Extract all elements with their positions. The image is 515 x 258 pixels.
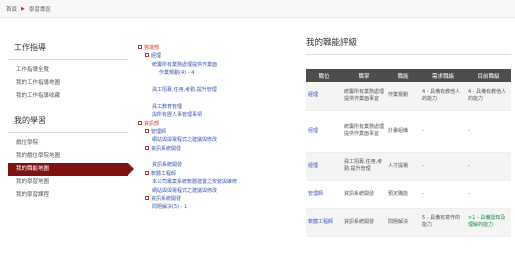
tree-node-label: 員工教育管理 <box>152 103 183 110</box>
tree-node[interactable]: 營運部 <box>138 44 298 52</box>
cell-required: 5 - 具備有寫作的能力 <box>420 208 466 237</box>
tree-node-label: 資訊系統開發 <box>151 196 182 203</box>
sidebar-item-learning-courses[interactable]: 我的學習課程 <box>8 189 128 202</box>
col-header-current: 目前職級 <box>466 69 511 82</box>
tree-node[interactable]: 員工招募,任用,考勤,提升管理 <box>138 86 298 94</box>
tree-node-label: 經理 <box>151 53 162 60</box>
tree-node-label: 作業規劃(4) - 4 <box>159 70 195 77</box>
tree-node-label: 問題解決(5) - 1 <box>152 204 188 211</box>
sidebar-item-work-guide-collection[interactable]: 我的工作指導收藏 <box>8 90 128 103</box>
tree-node-label: 與所有團人事管理事項 <box>152 112 203 119</box>
expand-toggle-icon[interactable] <box>145 196 149 201</box>
expand-toggle-icon[interactable] <box>145 128 149 133</box>
cell-competency: 問題解決 <box>386 208 420 237</box>
tree-node-label: 營運部 <box>144 45 160 51</box>
breadcrumb-home[interactable]: 首頁 <box>6 5 17 13</box>
tree-node-label: 管理師 <box>151 128 167 135</box>
col-header-duty: 職掌 <box>342 69 386 82</box>
expand-toggle-icon[interactable] <box>145 170 149 175</box>
col-header-competency: 職能 <box>386 69 420 82</box>
sidebar-item-work-guide-map[interactable]: 我的工作指導地圖 <box>8 77 128 90</box>
tree-node[interactable]: 資訊系統開發 <box>138 195 298 203</box>
tree-node-label: 統籌所有業務處理提供作業面 <box>152 61 218 68</box>
sidebar: 工作指導 工作指導全覽 我的工作指導地圖 我的工作指導收藏 我的學習 戲位學院 … <box>8 38 134 202</box>
tree-node-label: 網站與與電程式之建議與修改 <box>152 137 218 144</box>
competency-tree: 營運部經理 統籌所有業務處理提供作業面作業規劃(4) - 4 員工招募,任用,考勤,… <box>138 44 298 212</box>
tree-node-label: 資訊系統開發 <box>152 162 183 169</box>
tree-node[interactable]: 作業規劃(4) - 4 <box>138 69 298 77</box>
tree-node[interactable]: 網站與與電程式之建議與修改 <box>138 136 298 144</box>
tree-node-label: 網站與與電程式之建議與修改 <box>152 187 218 194</box>
expand-toggle-icon[interactable] <box>138 120 142 125</box>
sidebar-section-work-guide: 工作指導 <box>8 38 128 60</box>
tree-node-label: 資訊系統開發 <box>151 145 182 152</box>
cell-competency: 預定職能 <box>386 180 420 209</box>
breadcrumb-arrow-icon: ▶ <box>21 5 25 12</box>
tree-node[interactable]: 問題解決(5) - 1 <box>138 203 298 211</box>
sidebar-item-learning-map[interactable]: 我的學習地圖 <box>8 176 128 189</box>
cell-position[interactable]: 經理 <box>306 82 342 111</box>
table-row: 經理 統籌所有業務處理提供作業面事宜 計畫組織 - - <box>306 110 511 153</box>
tree-node[interactable]: 網站與與電程式之建議與修改 <box>138 187 298 195</box>
breadcrumb: 首頁 ▶ 學習專區 <box>0 0 515 18</box>
table-header-row: 職位 職掌 職能 需求職級 目前職級 <box>306 69 511 82</box>
cell-position[interactable]: 軟體工程師 <box>306 208 342 237</box>
table-row: 經理 統籌所有業務處理提供作業面事宜 作業規劃 4 - 具備有教他人的能力 4 - 具備… <box>306 82 511 111</box>
cell-competency: 人才提楊 <box>386 152 420 181</box>
tree-node[interactable]: 本公司專案系統軟體建置之安裝與維修 <box>138 178 298 186</box>
competency-panel: 我的職能評級 職位 職掌 職能 需求職級 目前職級 經理 統籌所有業務處理提供作業… <box>306 36 511 237</box>
tree-node[interactable]: 管理師 <box>138 128 298 136</box>
sidebar-item-academy[interactable]: 戲位學院 <box>8 137 128 150</box>
cell-current: - <box>466 110 511 153</box>
col-header-position: 職位 <box>306 69 342 82</box>
sidebar-section-my-learning: 我的學習 <box>8 111 128 133</box>
cell-position[interactable]: 經理 <box>306 110 342 153</box>
table-row: 管理師 資訊系統開發 預定職能 - - <box>306 180 511 209</box>
sidebar-item-competency-map[interactable]: 我的職能地圖 <box>8 163 134 176</box>
cell-competency: 計畫組織 <box>386 110 420 153</box>
expand-toggle-icon[interactable] <box>138 45 142 49</box>
cell-required: - <box>420 110 466 153</box>
cell-required: - <box>420 152 466 181</box>
tree-node[interactable]: 資訊系統開發 <box>138 161 298 169</box>
cell-duty: 統籌所有業務處理提供作業面事宜 <box>342 82 386 111</box>
tree-node[interactable]: 統籌所有業務處理提供作業面 <box>138 61 298 69</box>
tree-node[interactable]: 資訊部 <box>138 120 298 128</box>
cell-current: 4 - 具備有教他人的能力 <box>466 82 511 111</box>
tree-node-label: 員工招募,任用,考勤,提升管理 <box>152 86 217 93</box>
tree-node-label: 軟體工程師 <box>151 170 177 177</box>
table-row: 經理 員工招募,任用,考勤,提升管理 人才提楊 - - <box>306 152 511 181</box>
expand-toggle-icon[interactable] <box>145 53 149 58</box>
page-title: 我的職能評級 <box>306 36 511 55</box>
col-header-required: 需求職級 <box>420 69 466 82</box>
tree-node[interactable]: 經理 <box>138 52 298 60</box>
cell-duty: 員工招募,任用,考勤,提升管理 <box>342 152 386 181</box>
cell-current: - <box>466 180 511 209</box>
tree-node-label: 資訊部 <box>144 120 160 127</box>
cell-position[interactable]: 管理師 <box>306 180 342 209</box>
cell-position[interactable]: 經理 <box>306 152 342 181</box>
expand-toggle-icon[interactable] <box>145 145 149 150</box>
cell-duty: 資訊系統開發 <box>342 208 386 237</box>
cell-duty: 統籌所有業務處理提供作業面事宜 <box>342 110 386 153</box>
cell-required: 4 - 具備有教他人的能力 <box>420 82 466 111</box>
cell-duty: 資訊系統開發 <box>342 180 386 209</box>
competency-table: 職位 職掌 職能 需求職級 目前職級 經理 統籌所有業務處理提供作業面事宜 作業規劃… <box>306 69 511 237</box>
tree-node[interactable]: 與所有團人事管理事項 <box>138 111 298 119</box>
table-row: 軟體工程師 資訊系統開發 問題解決 5 - 具備有寫作的能力 >1 - 具備認知及理解的… <box>306 208 511 237</box>
tree-node-label: 本公司專案系統軟體建置之安裝與維修 <box>152 179 238 186</box>
cell-required: - <box>420 180 466 209</box>
sidebar-item-academy-map[interactable]: 我的戲位學院地圖 <box>8 150 128 163</box>
sidebar-item-work-guide-all[interactable]: 工作指導全覽 <box>8 64 128 77</box>
cell-current: >1 - 具備認知及理解的能力 <box>466 208 511 237</box>
tree-node[interactable]: 軟體工程師 <box>138 170 298 178</box>
cell-competency: 作業規劃 <box>386 82 420 111</box>
breadcrumb-current: 學習專區 <box>28 6 51 13</box>
cell-current: - <box>466 152 511 181</box>
tree-node[interactable]: 資訊系統開發 <box>138 145 298 153</box>
tree-node[interactable]: 員工教育管理 <box>138 103 298 111</box>
